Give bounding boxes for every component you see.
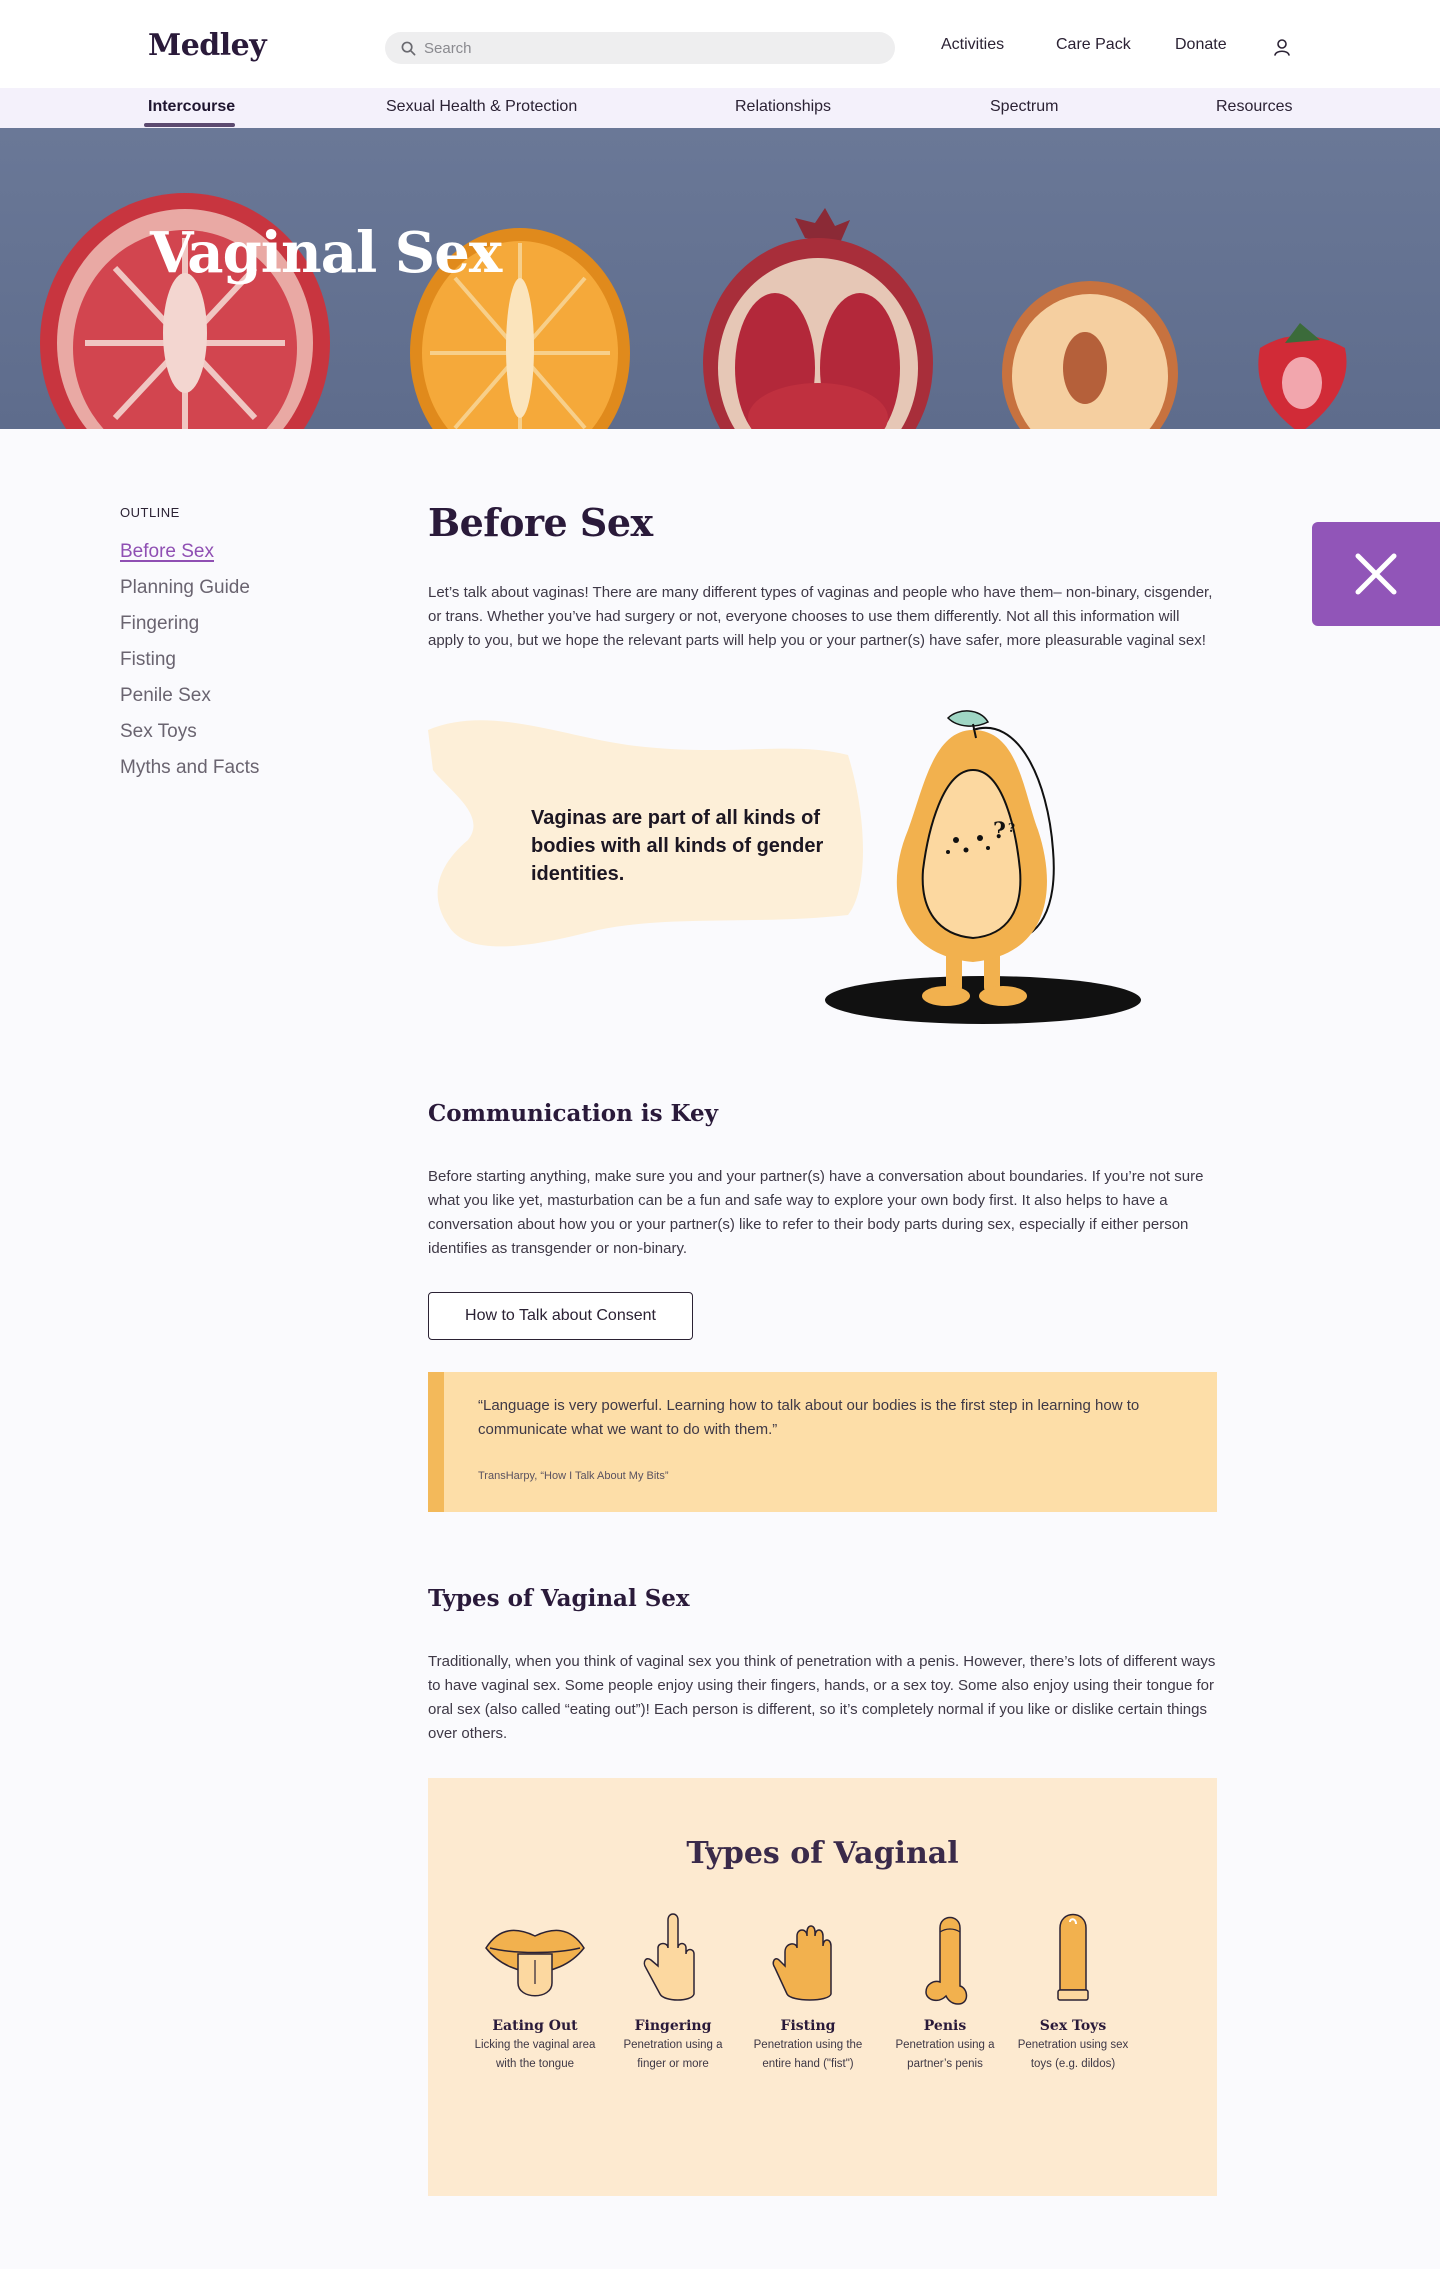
close-icon [1355,553,1397,595]
dildo-icon [1057,1913,1089,2001]
quote-text: “Language is very powerful. Learning how… [478,1397,1140,1438]
section-title-before-sex: Before Sex [428,500,653,545]
hero-banner: Vaginal Sex [0,128,1440,429]
type-name: Fisting [780,2018,836,2034]
quote-source: TransHarpy, “How I Talk About My Bits” [478,1470,669,1482]
types-paragraph: Traditionally, when you think of vaginal… [428,1653,1216,1742]
intro-paragraph: Let’s talk about vaginas! There are many… [428,584,1213,649]
search-input[interactable] [424,39,864,57]
infographic-title: Types of Vaginal [686,1836,959,1871]
type-penis: Penis Penetration using a partner’s peni… [880,1908,1010,2074]
type-name: Fingering [634,2018,712,2034]
outline-item-penile-sex[interactable]: Penile Sex [120,684,259,720]
active-tab-indicator [144,123,235,127]
type-eating-out: Eating Out Licking the vaginal area with… [470,1908,600,2074]
category-nav: Intercourse Sexual Health & Protection R… [0,88,1440,128]
type-sex-toys: Sex Toys Penetration using sex toys (e.g… [1008,1908,1138,2074]
svg-text:?: ? [1008,821,1015,835]
site-logo[interactable]: Medley [148,28,267,63]
outline-heading: OUTLINE [120,505,180,520]
search-icon [401,41,416,55]
lips-tongue-icon [485,1929,585,1997]
callout-text: Vaginas are part of all kinds of bodies … [531,807,824,885]
nav-activities[interactable]: Activities [941,36,1004,54]
svg-text:?: ? [993,818,1006,844]
outline-nav: Before Sex Planning Guide Fingering Fist… [120,540,259,792]
type-fingering: Fingering Penetration using a finger or … [608,1908,738,2074]
types-infographic: Types of Vaginal Eating Out Licking the … [428,1778,1217,2196]
outline-item-myths-facts[interactable]: Myths and Facts [120,756,259,792]
page-title: Vaginal Sex [150,220,502,286]
finger-hand-icon [643,1913,695,2001]
consent-link-button[interactable]: How to Talk about Consent [428,1292,693,1340]
communication-paragraph: Before starting anything, make sure you … [428,1168,1204,1257]
penis-icon [925,1916,968,2005]
type-name: Penis [923,2018,967,2034]
type-desc: Licking the vaginal area with the tongue [474,2039,596,2070]
section-title-communication: Communication is Key [428,1100,719,1127]
type-desc: Penetration using a partner’s penis [895,2039,995,2070]
outline-item-planning-guide[interactable]: Planning Guide [120,576,259,612]
tab-intercourse[interactable]: Intercourse [148,98,235,116]
tab-resources[interactable]: Resources [1216,98,1292,116]
tab-spectrum[interactable]: Spectrum [990,98,1058,116]
type-desc: Penetration using sex toys (e.g. dildos) [1017,2039,1129,2070]
nav-care-pack[interactable]: Care Pack [1056,36,1131,54]
tab-sexual-health[interactable]: Sexual Health & Protection [386,98,577,116]
outline-item-before-sex[interactable]: Before Sex [120,540,259,576]
quote-block: “Language is very powerful. Learning how… [428,1372,1217,1512]
search-bar[interactable] [385,32,895,64]
type-name: Eating Out [492,2018,578,2034]
section-title-types: Types of Vaginal Sex [428,1585,690,1612]
close-button[interactable] [1312,522,1440,626]
outline-item-fingering[interactable]: Fingering [120,612,259,648]
top-header: Medley Activities Care Pack Donate [0,0,1440,88]
type-desc: Penetration using a finger or more [623,2039,723,2070]
type-desc: Penetration using the entire hand ("fist… [753,2039,863,2070]
fist-icon [772,1925,832,2001]
nav-donate[interactable]: Donate [1175,36,1227,54]
outline-item-fisting[interactable]: Fisting [120,648,259,684]
tab-relationships[interactable]: Relationships [735,98,831,116]
type-fisting: Fisting Penetration using the entire han… [743,1908,873,2074]
outline-item-sex-toys[interactable]: Sex Toys [120,720,259,756]
user-account-icon[interactable] [1272,37,1292,57]
type-name: Sex Toys [1039,2018,1107,2034]
